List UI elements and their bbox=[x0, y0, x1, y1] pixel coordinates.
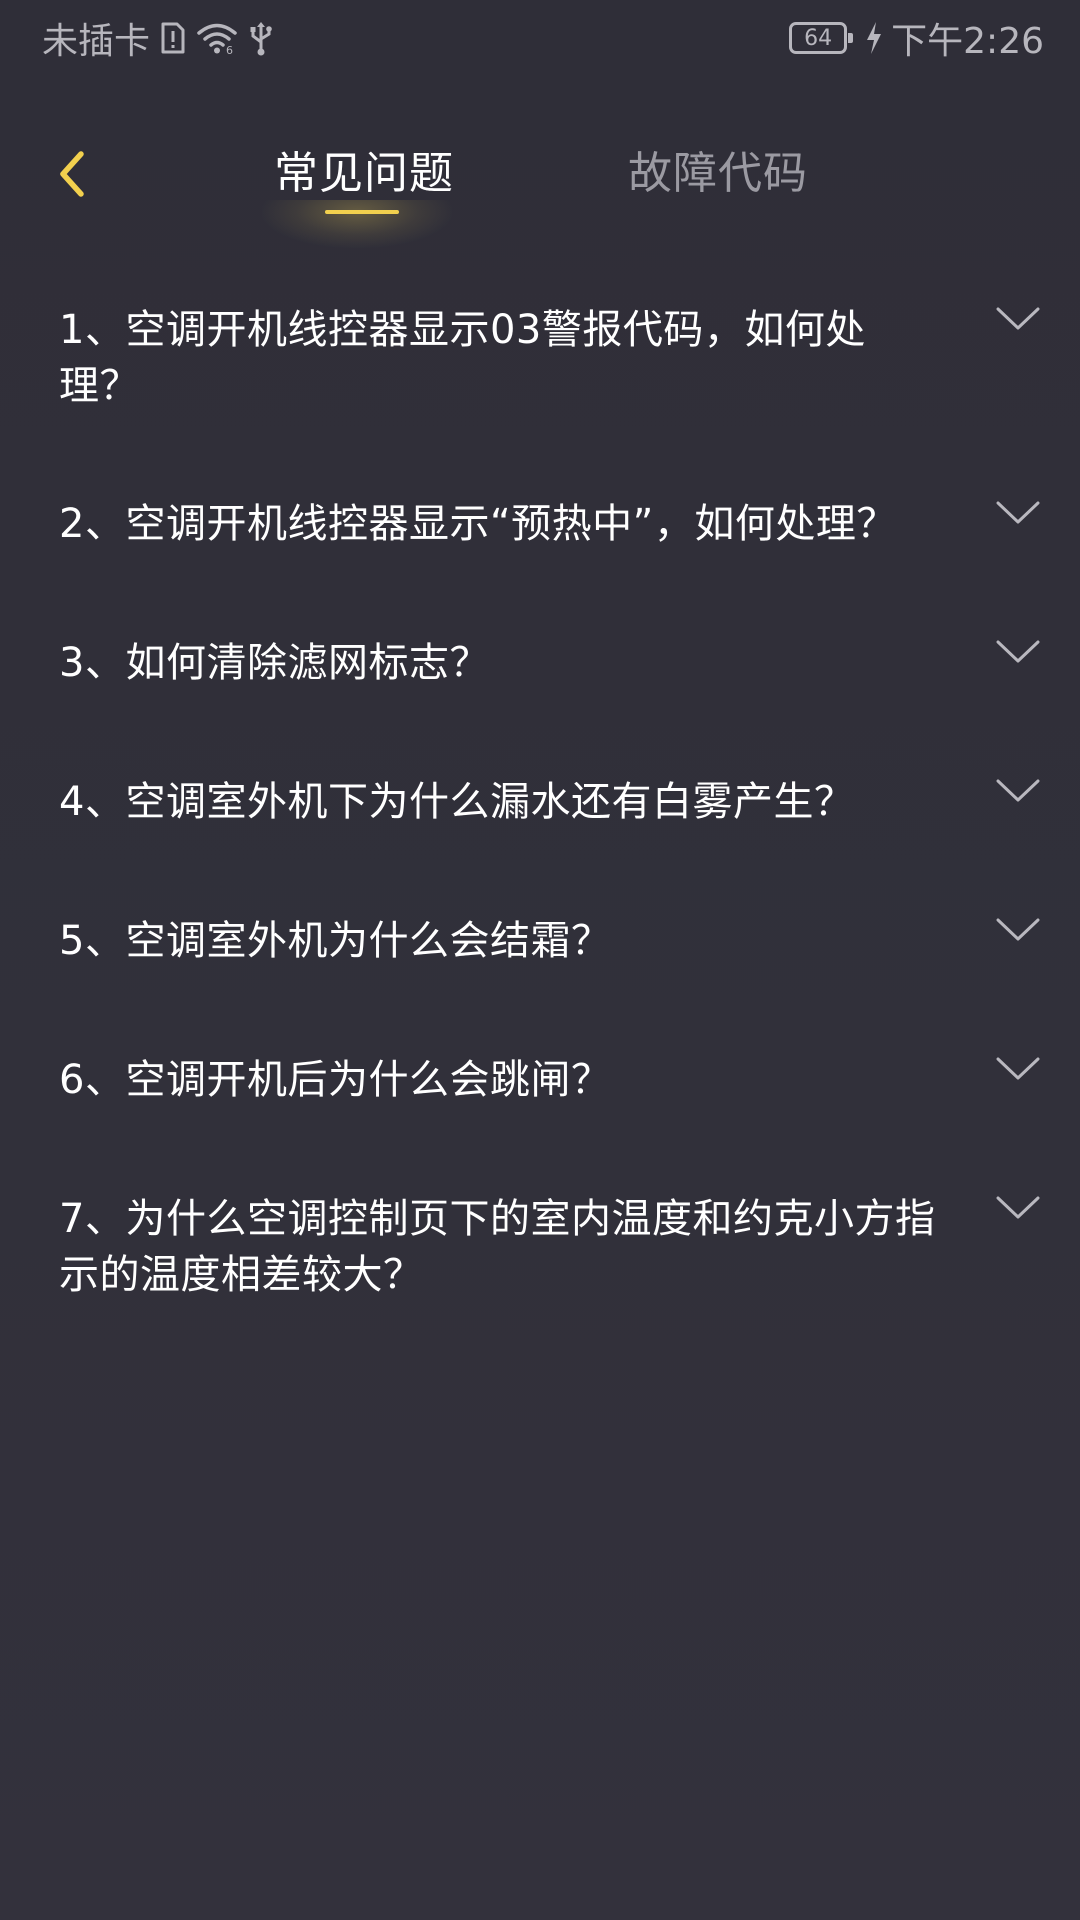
status-bar-right: 64 下午2:26 bbox=[789, 14, 1044, 62]
active-tab-glow bbox=[262, 200, 452, 248]
tab-error-codes[interactable]: 故障代码 bbox=[628, 146, 808, 202]
chevron-down-icon[interactable] bbox=[994, 1193, 1042, 1223]
carrier-label: 未插卡 bbox=[42, 21, 151, 62]
status-bar: 未插卡 6 64 下午2:26 bbox=[0, 0, 1080, 76]
status-bar-left: 未插卡 6 bbox=[42, 14, 274, 62]
back-button[interactable] bbox=[44, 146, 100, 202]
sim-card-icon bbox=[160, 21, 186, 55]
chevron-down-icon[interactable] bbox=[994, 1054, 1042, 1084]
wifi-icon: 6 bbox=[196, 21, 238, 55]
battery-level: 64 bbox=[804, 25, 833, 51]
active-tab-indicator bbox=[325, 210, 399, 214]
clock: 下午2:26 bbox=[891, 21, 1044, 62]
faq-question: 1、空调开机线控器显示03警报代码，如何处理？ bbox=[59, 307, 866, 409]
usb-icon bbox=[248, 20, 274, 56]
faq-question: 5、空调室外机为什么会结霜？ bbox=[59, 918, 612, 964]
chevron-left-icon bbox=[60, 151, 84, 197]
battery-icon: 64 bbox=[789, 22, 854, 54]
faq-question: 2、空调开机线控器显示“预热中”，如何处理？ bbox=[59, 501, 897, 547]
charging-bolt-icon bbox=[865, 21, 883, 55]
chevron-down-icon[interactable] bbox=[994, 776, 1042, 806]
tab-faq[interactable]: 常见问题 bbox=[274, 146, 454, 202]
faq-question: 6、空调开机后为什么会跳闸？ bbox=[59, 1057, 612, 1103]
faq-question: 7、为什么空调控制页下的室内温度和约克小方指示的温度相差较大？ bbox=[59, 1196, 936, 1298]
faq-question: 3、如何清除滤网标志？ bbox=[59, 640, 490, 686]
chevron-down-icon[interactable] bbox=[994, 637, 1042, 667]
chevron-down-icon[interactable] bbox=[994, 498, 1042, 528]
header: 常见问题 故障代码 bbox=[0, 120, 1080, 250]
svg-text:6: 6 bbox=[226, 44, 233, 55]
chevron-down-icon[interactable] bbox=[994, 915, 1042, 945]
faq-screen: 未插卡 6 64 下午2:26 常见问题 故障代码 1、空调开机线控器显示03警… bbox=[0, 0, 1080, 1920]
faq-question: 4、空调室外机下为什么漏水还有白雾产生？ bbox=[59, 779, 855, 825]
chevron-down-icon[interactable] bbox=[994, 304, 1042, 334]
